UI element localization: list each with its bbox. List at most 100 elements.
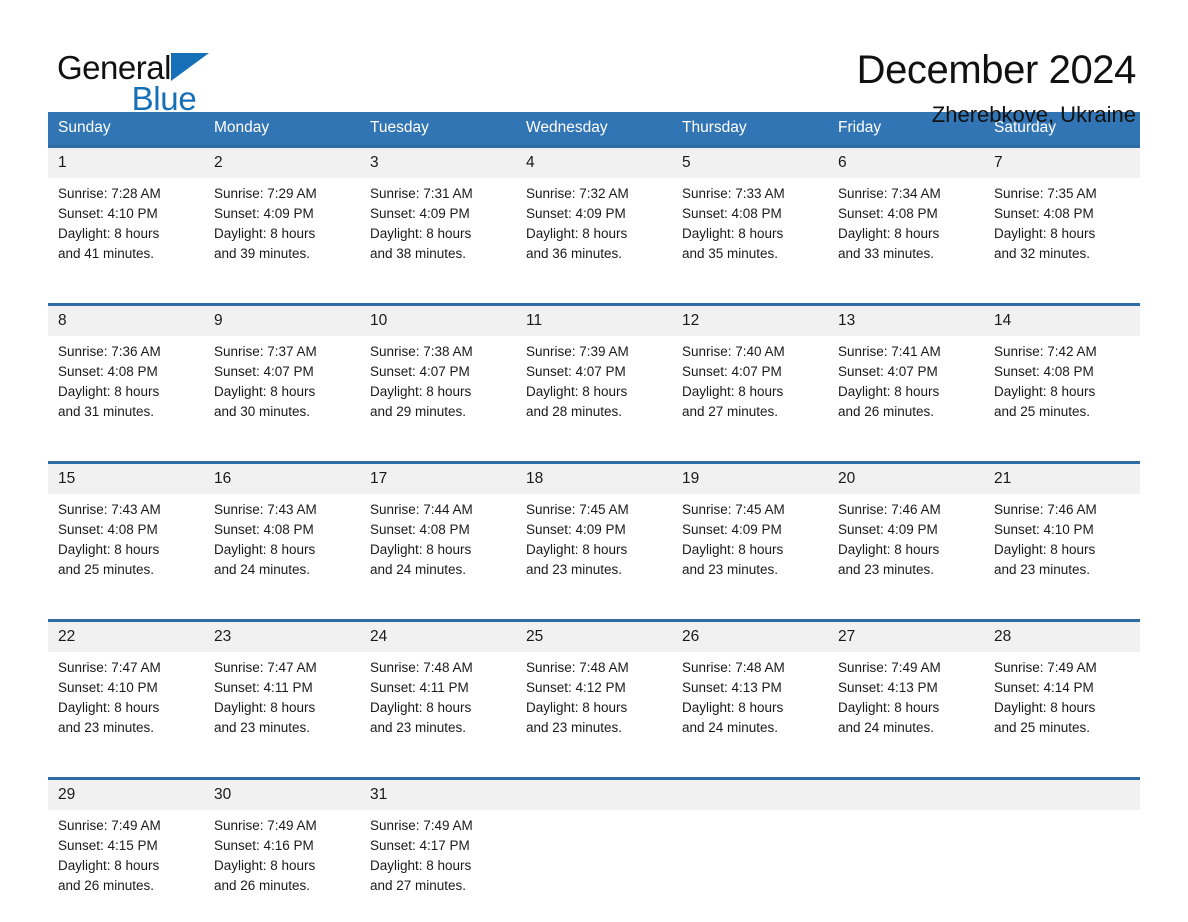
sunrise-text: Sunrise: 7:49 AM	[370, 816, 516, 836]
daylight-text-line1: Daylight: 8 hours	[526, 698, 672, 718]
logo-triangle-icon	[171, 53, 209, 81]
day-number[interactable]: 4	[516, 147, 672, 179]
day-number[interactable]: 20	[828, 463, 984, 495]
day-number[interactable]: 11	[516, 305, 672, 337]
daylight-text-line1: Daylight: 8 hours	[682, 698, 828, 718]
daylight-text-line2: and 26 minutes.	[58, 876, 204, 896]
day-cell: Sunrise: 7:34 AM Sunset: 4:08 PM Dayligh…	[828, 178, 984, 290]
weekday-header-thursday: Thursday	[672, 112, 828, 147]
daylight-text-line1: Daylight: 8 hours	[994, 382, 1140, 402]
day-number[interactable]: 12	[672, 305, 828, 337]
daylight-text-line1: Daylight: 8 hours	[58, 382, 204, 402]
day-number[interactable]: 8	[48, 305, 204, 337]
day-number[interactable]: 3	[360, 147, 516, 179]
day-number[interactable]: 14	[984, 305, 1140, 337]
daylight-text-line1: Daylight: 8 hours	[370, 382, 516, 402]
daylight-text-line1: Daylight: 8 hours	[994, 540, 1140, 560]
week-spacer	[48, 290, 1140, 305]
day-number[interactable]: 27	[828, 621, 984, 653]
day-cell: Sunrise: 7:35 AM Sunset: 4:08 PM Dayligh…	[984, 178, 1140, 290]
day-number[interactable]: 10	[360, 305, 516, 337]
day-cell: Sunrise: 7:45 AM Sunset: 4:09 PM Dayligh…	[516, 494, 672, 606]
day-cell: Sunrise: 7:41 AM Sunset: 4:07 PM Dayligh…	[828, 336, 984, 448]
day-number[interactable]: 13	[828, 305, 984, 337]
sunset-text: Sunset: 4:08 PM	[994, 204, 1140, 224]
day-number[interactable]: 26	[672, 621, 828, 653]
day-number[interactable]: 17	[360, 463, 516, 495]
day-number-empty	[672, 779, 828, 811]
sunrise-text: Sunrise: 7:48 AM	[682, 658, 828, 678]
daylight-text-line2: and 27 minutes.	[682, 402, 828, 422]
daylight-text-line2: and 23 minutes.	[994, 560, 1140, 580]
week-spacer-cell	[48, 606, 1140, 621]
logo-bottom-row: Blue	[95, 82, 233, 116]
day-cell: Sunrise: 7:49 AM Sunset: 4:13 PM Dayligh…	[828, 652, 984, 764]
sunrise-text: Sunrise: 7:45 AM	[526, 500, 672, 520]
day-cell: Sunrise: 7:49 AM Sunset: 4:14 PM Dayligh…	[984, 652, 1140, 764]
daylight-text-line1: Daylight: 8 hours	[58, 856, 204, 876]
daylight-text-line1: Daylight: 8 hours	[370, 224, 516, 244]
day-number[interactable]: 19	[672, 463, 828, 495]
day-number[interactable]: 24	[360, 621, 516, 653]
day-number[interactable]: 6	[828, 147, 984, 179]
day-cell-empty	[984, 810, 1140, 922]
day-cell: Sunrise: 7:46 AM Sunset: 4:09 PM Dayligh…	[828, 494, 984, 606]
sunrise-text: Sunrise: 7:37 AM	[214, 342, 360, 362]
day-number[interactable]: 28	[984, 621, 1140, 653]
page-title: December 2024	[857, 46, 1136, 94]
day-cell: Sunrise: 7:48 AM Sunset: 4:12 PM Dayligh…	[516, 652, 672, 764]
sunrise-text: Sunrise: 7:49 AM	[994, 658, 1140, 678]
sunrise-text: Sunrise: 7:47 AM	[58, 658, 204, 678]
weekday-header-wednesday: Wednesday	[516, 112, 672, 147]
sunset-text: Sunset: 4:08 PM	[682, 204, 828, 224]
week-row-daynumbers: 29 30 31	[48, 779, 1140, 811]
sunset-text: Sunset: 4:08 PM	[214, 520, 360, 540]
daylight-text-line2: and 35 minutes.	[682, 244, 828, 264]
week-row-details: Sunrise: 7:36 AM Sunset: 4:08 PM Dayligh…	[48, 336, 1140, 448]
week-row-details: Sunrise: 7:47 AM Sunset: 4:10 PM Dayligh…	[48, 652, 1140, 764]
calendar-wrapper: Sunday Monday Tuesday Wednesday Thursday…	[0, 112, 1188, 922]
day-number[interactable]: 9	[204, 305, 360, 337]
daylight-text-line2: and 23 minutes.	[682, 560, 828, 580]
day-cell: Sunrise: 7:36 AM Sunset: 4:08 PM Dayligh…	[48, 336, 204, 448]
day-number[interactable]: 22	[48, 621, 204, 653]
day-number[interactable]: 23	[204, 621, 360, 653]
week-row-daynumbers: 8 9 10 11 12 13 14	[48, 305, 1140, 337]
page-header: General Blue December 2024 Zherebkove, U…	[0, 0, 1188, 112]
daylight-text-line2: and 26 minutes.	[838, 402, 984, 422]
day-number[interactable]: 31	[360, 779, 516, 811]
week-row-details: Sunrise: 7:28 AM Sunset: 4:10 PM Dayligh…	[48, 178, 1140, 290]
day-number-empty	[984, 779, 1140, 811]
week-spacer-cell	[48, 448, 1140, 463]
day-number[interactable]: 5	[672, 147, 828, 179]
daylight-text-line1: Daylight: 8 hours	[370, 540, 516, 560]
sunset-text: Sunset: 4:09 PM	[370, 204, 516, 224]
day-number[interactable]: 15	[48, 463, 204, 495]
sunrise-text: Sunrise: 7:35 AM	[994, 184, 1140, 204]
day-number[interactable]: 7	[984, 147, 1140, 179]
day-number[interactable]: 16	[204, 463, 360, 495]
sunset-text: Sunset: 4:10 PM	[994, 520, 1140, 540]
daylight-text-line1: Daylight: 8 hours	[526, 224, 672, 244]
daylight-text-line2: and 23 minutes.	[526, 718, 672, 738]
sunrise-text: Sunrise: 7:34 AM	[838, 184, 984, 204]
sunrise-text: Sunrise: 7:49 AM	[838, 658, 984, 678]
sunrise-text: Sunrise: 7:33 AM	[682, 184, 828, 204]
day-number[interactable]: 21	[984, 463, 1140, 495]
daylight-text-line2: and 31 minutes.	[58, 402, 204, 422]
weekday-header-sunday: Sunday	[48, 112, 204, 147]
day-number[interactable]: 29	[48, 779, 204, 811]
daylight-text-line1: Daylight: 8 hours	[214, 224, 360, 244]
day-number[interactable]: 30	[204, 779, 360, 811]
daylight-text-line2: and 23 minutes.	[214, 718, 360, 738]
day-number[interactable]: 18	[516, 463, 672, 495]
daylight-text-line2: and 25 minutes.	[994, 718, 1140, 738]
sunrise-text: Sunrise: 7:49 AM	[214, 816, 360, 836]
day-number[interactable]: 1	[48, 147, 204, 179]
day-number[interactable]: 2	[204, 147, 360, 179]
sunrise-text: Sunrise: 7:29 AM	[214, 184, 360, 204]
logo-text-blue: Blue	[132, 80, 197, 117]
day-number[interactable]: 25	[516, 621, 672, 653]
daylight-text-line1: Daylight: 8 hours	[526, 540, 672, 560]
daylight-text-line1: Daylight: 8 hours	[214, 540, 360, 560]
